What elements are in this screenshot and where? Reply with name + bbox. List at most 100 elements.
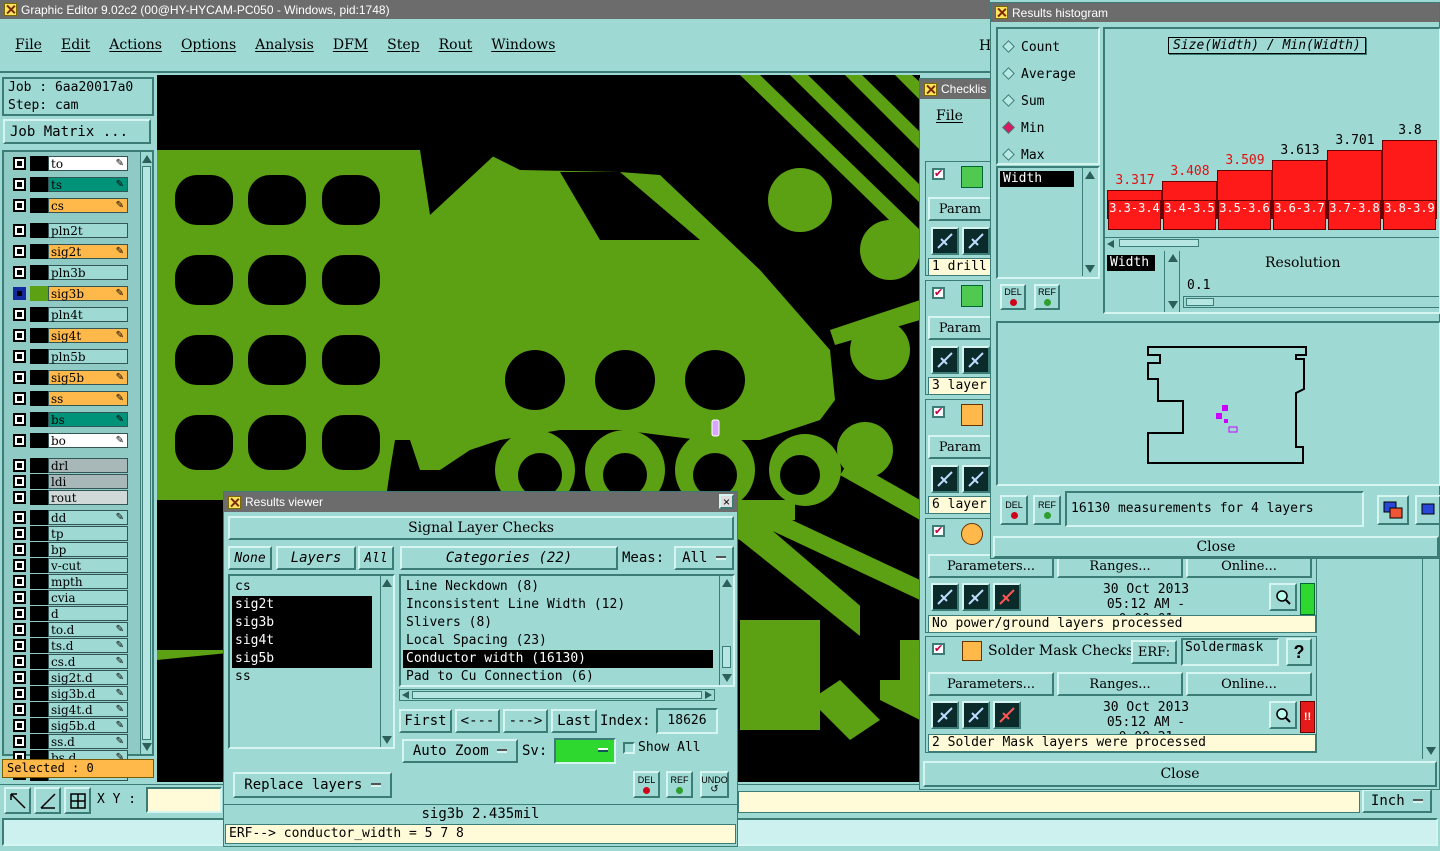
layer-row[interactable]: bs ✎ (10, 412, 128, 427)
layer-color-swatch[interactable] (30, 177, 48, 192)
meas-dropdown[interactable]: All (674, 546, 734, 570)
layer-color-swatch[interactable] (30, 370, 48, 385)
category-item[interactable]: Conductor width (16130) (403, 650, 713, 668)
layer-checkbox[interactable] (13, 329, 26, 342)
layer-row[interactable]: dd ✎ (10, 510, 128, 525)
export2-icon[interactable] (1415, 495, 1440, 525)
layer-name-cell[interactable]: sig4t ✎ (48, 328, 128, 343)
ranges-button[interactable]: Ranges... (1057, 672, 1183, 696)
histogram-del-button[interactable]: DEL (1000, 284, 1026, 310)
layer-checkbox[interactable] (13, 392, 26, 405)
layer-color-swatch[interactable] (30, 574, 48, 589)
layer-row[interactable]: to.d ✎ (10, 622, 128, 637)
layer-row[interactable]: ldi (10, 474, 128, 489)
run-selected-icon[interactable] (962, 227, 990, 255)
layer-name-cell[interactable]: bo ✎ (48, 433, 128, 448)
layer-checkbox[interactable] (13, 655, 26, 668)
aggregate-option-sum[interactable]: Sum (1002, 88, 1098, 115)
layer-color-swatch[interactable] (30, 638, 48, 653)
layer-row[interactable]: pln3b (10, 265, 128, 280)
histogram-ref-button[interactable]: REF (1034, 284, 1060, 310)
layer-row[interactable]: cs.d ✎ (10, 654, 128, 669)
layer-checkbox[interactable] (13, 491, 26, 504)
layer-row[interactable]: tp (10, 526, 128, 541)
layer-row[interactable]: ss ✎ (10, 391, 128, 406)
online-button[interactable]: Online... (1186, 672, 1312, 696)
layer-name-cell[interactable]: sig5b.d ✎ (48, 718, 128, 733)
layer-checkbox[interactable] (13, 687, 26, 700)
layer-row[interactable]: cvia (10, 590, 128, 605)
menu-dfm[interactable]: DFM (333, 37, 368, 53)
layer-row[interactable]: ts.d ✎ (10, 638, 128, 653)
layer-checkbox[interactable] (13, 671, 26, 684)
layer-checkbox[interactable] (13, 735, 26, 748)
categories-header[interactable]: Categories (22) (400, 546, 618, 570)
category-item[interactable]: Local Spacing (23) (403, 632, 713, 650)
layer-checkbox[interactable] (13, 623, 26, 636)
layer-checkbox[interactable] (13, 199, 26, 212)
next-button[interactable]: ---> (503, 709, 548, 733)
first-button[interactable]: First (399, 709, 452, 733)
layer-color-swatch[interactable] (30, 223, 48, 238)
param-button[interactable]: Param (928, 197, 992, 221)
viewer-layer-item[interactable]: ss (232, 668, 372, 686)
layer-color-swatch[interactable] (30, 526, 48, 541)
layer-row[interactable]: bo ✎ (10, 433, 128, 448)
layer-name-cell[interactable]: ss ✎ (48, 391, 128, 406)
category-item[interactable]: Inconsistent Line Width (12) (403, 596, 713, 614)
run-icon[interactable] (931, 465, 959, 493)
layer-row[interactable]: mpth (10, 574, 128, 589)
run-selected-icon[interactable] (962, 701, 990, 729)
run-icon[interactable] (931, 701, 959, 729)
layer-checkbox[interactable] (13, 511, 26, 524)
stop-icon[interactable] (993, 583, 1021, 611)
viewer-del-button[interactable]: DEL (633, 771, 660, 798)
run-selected-icon[interactable] (962, 346, 990, 374)
layer-color-swatch[interactable] (30, 265, 48, 280)
layer-checkbox[interactable] (13, 475, 26, 488)
layer-name-cell[interactable]: sig2t ✎ (48, 244, 128, 259)
check-row-checkbox[interactable]: ✔ (932, 643, 945, 655)
layer-row[interactable]: rout (10, 490, 128, 505)
layer-checkbox[interactable] (13, 543, 26, 556)
layer-row[interactable]: pln4t (10, 307, 128, 322)
layer-row[interactable]: drl (10, 458, 128, 473)
checklist-close-button[interactable]: Close (923, 761, 1437, 787)
severity-dropdown[interactable] (554, 738, 616, 764)
res-field-scrollbar[interactable] (1166, 251, 1180, 312)
layer-color-swatch[interactable] (30, 328, 48, 343)
layer-row[interactable]: bp (10, 542, 128, 557)
aggregate-option-min[interactable]: Min (1002, 115, 1098, 142)
run-selected-icon[interactable] (962, 583, 990, 611)
category-scrollbar[interactable] (719, 576, 733, 685)
zoom-results-icon[interactable] (1269, 583, 1297, 611)
check-row-checkbox[interactable]: ✔ (932, 406, 945, 418)
layer-row[interactable]: sig4t.d ✎ (10, 702, 128, 717)
layer-checkbox[interactable] (13, 245, 26, 258)
checklist-scrollbar[interactable] (1422, 549, 1438, 759)
layer-color-swatch[interactable] (30, 433, 48, 448)
viewer-undo-button[interactable]: UNDO ↺ (700, 771, 729, 798)
layer-color-swatch[interactable] (30, 307, 48, 322)
layer-name-cell[interactable]: rout (48, 490, 128, 505)
layer-name-cell[interactable]: cs.d ✎ (48, 654, 128, 669)
index-field[interactable]: 18626 (656, 708, 718, 734)
viewer-layer-item[interactable]: sig2t (232, 596, 372, 614)
layers-all-button[interactable]: All (358, 546, 394, 570)
layer-row[interactable]: pln2t (10, 223, 128, 238)
erf-button[interactable]: ERF: (1131, 640, 1177, 664)
layer-name-cell[interactable]: bs ✎ (48, 412, 128, 427)
zoom-results-icon[interactable] (1269, 701, 1297, 729)
menu-options[interactable]: Options (181, 37, 236, 53)
layer-color-swatch[interactable] (30, 670, 48, 685)
aggregate-option-count[interactable]: Count (1002, 34, 1098, 61)
layer-name-cell[interactable]: to.d ✎ (48, 622, 128, 637)
param-button[interactable]: Param (928, 316, 992, 340)
layer-color-swatch[interactable] (30, 412, 48, 427)
auto-zoom-dropdown[interactable]: Auto Zoom (402, 739, 518, 763)
viewer-ref-button[interactable]: REF (666, 771, 693, 798)
layer-name-cell[interactable]: pln3b (48, 265, 128, 280)
check-row-checkbox[interactable]: ✔ (932, 525, 945, 537)
layer-color-swatch[interactable] (30, 349, 48, 364)
layer-color-swatch[interactable] (30, 702, 48, 717)
